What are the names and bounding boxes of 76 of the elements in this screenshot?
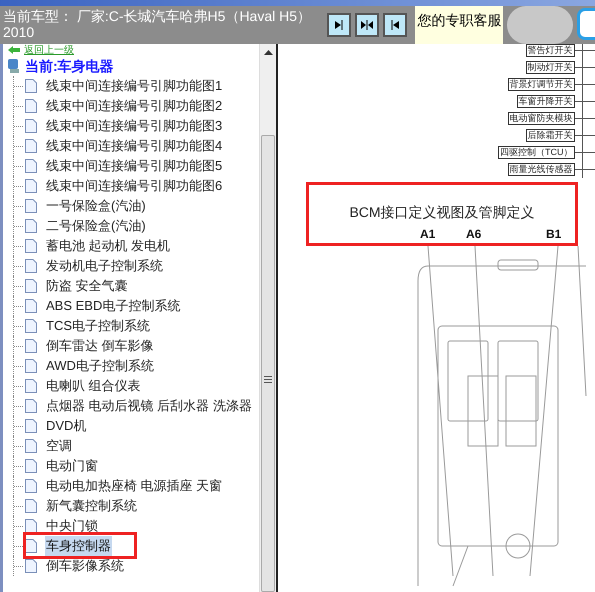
scroll-up-icon[interactable] xyxy=(264,50,272,55)
tree-item[interactable]: DVD机 xyxy=(45,416,88,436)
pin-label: A1 xyxy=(420,226,436,243)
tree-item[interactable]: 防盗 安全气囊 xyxy=(45,276,129,296)
tree-item[interactable]: 线束中间连接编号引脚功能图2 xyxy=(45,96,224,116)
pin-label: B1 xyxy=(546,226,562,243)
tree-item[interactable]: 车身控制器 xyxy=(45,536,112,556)
document-icon xyxy=(25,479,37,493)
tree-item[interactable]: 倒车雷达 倒车影像 xyxy=(45,336,155,356)
tree-root-label[interactable]: 当前:车身电器 xyxy=(25,56,114,76)
tree-item[interactable]: 线束中间连接编号引脚功能图5 xyxy=(45,156,224,176)
tree-item[interactable]: 电动门窗 xyxy=(45,456,99,476)
document-icon xyxy=(25,319,37,333)
back-link[interactable]: 返回上一级 xyxy=(24,44,74,56)
tree-item[interactable]: 电动电加热座椅 电源插座 天窗 xyxy=(45,476,224,496)
document-icon xyxy=(25,539,37,553)
document-icon xyxy=(25,179,37,193)
component-label: 警告灯开关 xyxy=(526,44,574,57)
tree-item[interactable]: 线束中间连接编号引脚功能图1 xyxy=(45,76,224,96)
tree-item[interactable]: TCS电子控制系统 xyxy=(45,316,151,336)
tree-item[interactable]: 线束中间连接编号引脚功能图3 xyxy=(45,116,224,136)
component-label: 制动灯开关 xyxy=(526,61,574,74)
component-label: 电动窗防夹模块 xyxy=(508,112,574,125)
document-icon xyxy=(25,99,37,113)
document-icon xyxy=(25,519,37,533)
document-icon xyxy=(25,359,37,373)
pin-label: A6 xyxy=(466,226,482,243)
document-icon xyxy=(25,299,37,313)
tree-item[interactable]: 中央门锁 xyxy=(45,516,99,536)
document-icon xyxy=(25,259,37,273)
tree-item[interactable]: 空调 xyxy=(45,436,73,456)
back-arrow-icon xyxy=(7,45,21,55)
document-icon xyxy=(25,399,37,413)
document-icon xyxy=(25,419,37,433)
document-icon xyxy=(25,559,37,573)
tree-item[interactable]: 新气囊控制系统 xyxy=(45,496,138,516)
toolbar-button[interactable] xyxy=(355,13,380,37)
tree-item[interactable]: 二号保险盒(汽油) xyxy=(45,216,147,236)
tree-item[interactable]: 一号保险盒(汽油) xyxy=(45,196,147,216)
tree-item[interactable]: ABS EBD电子控制系统 xyxy=(45,296,182,316)
component-label: 四驱控制（TCU） xyxy=(498,146,574,159)
diagram-title: BCM接口定义视图及管脚定义 xyxy=(349,203,535,222)
document-icon xyxy=(25,379,37,393)
tree-item[interactable]: 点烟器 电动后视镜 后刮水器 洗涤器 xyxy=(45,396,253,416)
tree-item[interactable]: 蓄电池 起动机 发电机 xyxy=(45,236,172,256)
vehicle-info: 当前车型： 厂家:C-长城汽车哈弗H5（Haval H5）2010 xyxy=(2,7,312,42)
document-icon xyxy=(25,339,37,353)
scrollbar[interactable] xyxy=(259,44,276,592)
avatar-placeholder xyxy=(507,6,574,44)
component-label: 车窗升降开关 xyxy=(516,95,574,108)
arrow-icon xyxy=(359,17,376,33)
document-icon xyxy=(25,239,37,253)
document-icon xyxy=(25,79,37,93)
component-label: 雨量光线传感器 xyxy=(508,163,574,176)
tree-item[interactable]: 线束中间连接编号引脚功能图6 xyxy=(45,176,224,196)
document-icon xyxy=(25,199,37,213)
toolbar-button[interactable] xyxy=(383,13,408,37)
document-icon xyxy=(25,499,37,513)
document-icon xyxy=(25,459,37,473)
tree-item[interactable]: 倒车影像系统 xyxy=(45,556,125,576)
document-icon xyxy=(25,159,37,173)
tree-item[interactable]: 线束中间连接编号引脚功能图4 xyxy=(45,136,224,156)
document-icon xyxy=(25,219,37,233)
tree-item[interactable]: 电喇叭 组合仪表 xyxy=(45,376,142,396)
document-icon xyxy=(25,279,37,293)
tree-item[interactable]: AWD电子控制系统 xyxy=(45,356,155,376)
document-icon xyxy=(25,119,37,133)
component-label: 背景灯调节开关 xyxy=(508,78,574,91)
document-icon xyxy=(25,139,37,153)
component-label: 后除霜开关 xyxy=(526,129,574,142)
scroll-thumb[interactable] xyxy=(261,135,275,592)
tree-item[interactable]: 发动机电子控制系统 xyxy=(45,256,164,276)
toolbar-button[interactable] xyxy=(327,13,352,37)
service-label: 您的专职客服 xyxy=(415,6,504,44)
grip-icon xyxy=(264,376,272,383)
document-icon xyxy=(25,439,37,453)
